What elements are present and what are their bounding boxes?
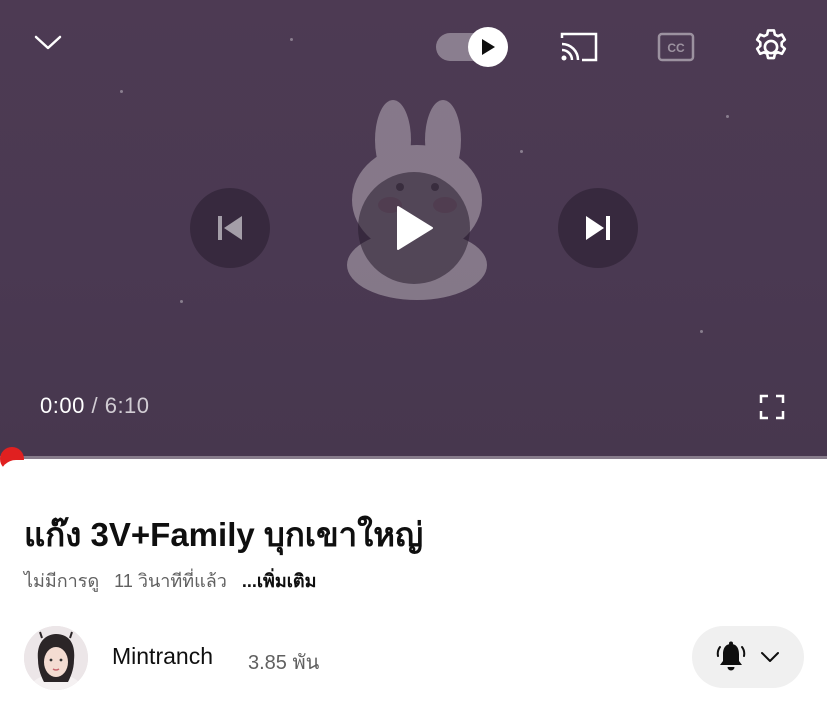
- cast-icon: [560, 32, 598, 62]
- previous-button[interactable]: [190, 188, 270, 268]
- view-count: ไม่มีการดู: [24, 571, 100, 591]
- channel-avatar[interactable]: [24, 626, 88, 690]
- closed-captions-icon: CC: [657, 32, 695, 62]
- chevron-down-icon: [761, 652, 779, 662]
- channel-name[interactable]: Mintranch: [112, 643, 213, 670]
- video-metadata: ไม่มีการดู 11 วินาทีที่แล้ว ...เพิ่มเติม: [24, 566, 316, 595]
- subscriber-count: 3.85 พัน: [248, 652, 320, 674]
- play-icon: [397, 206, 433, 250]
- collapse-button[interactable]: [28, 26, 68, 60]
- settings-button[interactable]: [748, 24, 794, 70]
- background-sparkle: [520, 150, 523, 153]
- show-more-link[interactable]: ...เพิ่มเติม: [242, 571, 317, 591]
- current-time: 0:00: [40, 393, 85, 418]
- play-button[interactable]: [358, 172, 470, 284]
- captions-button[interactable]: CC: [655, 30, 697, 64]
- video-title: แก๊ง 3V+Family บุกเขาใหญ่: [24, 516, 424, 553]
- fullscreen-button[interactable]: [755, 390, 789, 424]
- skip-next-icon: [586, 216, 610, 240]
- background-sparkle: [180, 300, 183, 303]
- time-separator: /: [91, 393, 99, 418]
- bell-icon: [716, 641, 746, 671]
- chevron-down-icon: [34, 35, 62, 50]
- background-sparkle: [290, 38, 293, 41]
- background-sparkle: [120, 90, 123, 93]
- duration: 6:10: [104, 393, 150, 418]
- subscribed-notifications-button[interactable]: [692, 626, 804, 688]
- play-icon: [482, 39, 495, 55]
- background-sparkle: [700, 330, 703, 333]
- skip-previous-icon: [218, 216, 242, 240]
- fullscreen-icon: [759, 394, 785, 420]
- upload-time: 11 วินาทีที่แล้ว: [114, 571, 227, 591]
- gear-icon: [755, 29, 787, 60]
- time-display: 0:00 / 6:10: [40, 393, 150, 419]
- next-button[interactable]: [558, 188, 638, 268]
- cast-button[interactable]: [555, 28, 603, 66]
- video-player[interactable]: CC 0:00 / 6:10: [0, 0, 827, 459]
- autoplay-toggle-knob[interactable]: [468, 27, 508, 67]
- channel-avatar-image: [24, 626, 88, 690]
- svg-text:CC: CC: [667, 41, 685, 55]
- background-sparkle: [726, 115, 729, 118]
